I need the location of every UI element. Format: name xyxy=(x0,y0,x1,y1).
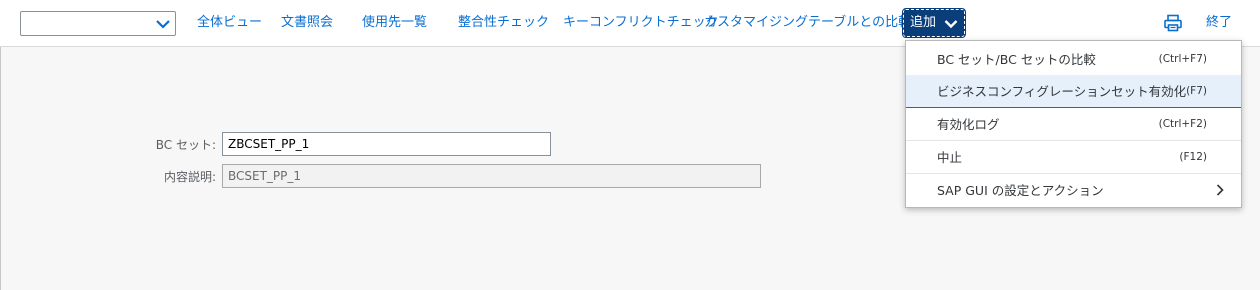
menu-item-compare-bc-sets[interactable]: BC セット/BC セットの比較 (Ctrl+F7) xyxy=(906,43,1241,76)
key-conflict-check-button[interactable]: キーコンフリクトチェック xyxy=(563,15,719,31)
add-menu-button[interactable]: 追加 xyxy=(902,8,966,38)
consistency-check-button[interactable]: 整合性チェック xyxy=(458,15,549,31)
menu-item-shortcut: (Ctrl+F2) xyxy=(1158,118,1207,130)
chevron-right-icon xyxy=(1216,184,1224,196)
menu-item-activate-bc-set[interactable]: ビジネスコンフィグレーションセット有効化 (F7) xyxy=(906,75,1241,108)
description-label: 内容説明: xyxy=(163,170,216,184)
menu-item-label: ビジネスコンフィグレーションセット有効化 xyxy=(937,84,1187,99)
display-document-button[interactable]: 文書照会 xyxy=(281,15,333,31)
exit-button[interactable]: 終了 xyxy=(1206,15,1232,31)
menu-item-cancel[interactable]: 中止 (F12) xyxy=(906,141,1241,174)
compare-customizing-tables-button[interactable]: カスタマイジングテーブルとの比較 xyxy=(704,15,911,31)
menu-item-label: SAP GUI の設定とアクション xyxy=(937,183,1104,198)
bc-set-label: BC セット: xyxy=(155,138,216,152)
print-icon[interactable] xyxy=(1163,13,1183,33)
overall-view-button[interactable]: 全体ビュー xyxy=(197,15,262,31)
menu-item-activation-log[interactable]: 有効化ログ (Ctrl+F2) xyxy=(906,108,1241,141)
description-field: BCSET_PP_1 xyxy=(222,164,761,188)
menu-item-shortcut: (Ctrl+F7) xyxy=(1158,53,1207,65)
menu-item-label: 中止 xyxy=(937,150,963,165)
add-dropdown-menu: BC セット/BC セットの比較 (Ctrl+F7) ビジネスコンフィグレーショ… xyxy=(905,40,1242,208)
add-menu-label: 追加 xyxy=(910,15,937,30)
where-used-list-button[interactable]: 使用先一覧 xyxy=(362,15,427,31)
menu-item-label: 有効化ログ xyxy=(937,117,1000,132)
menu-item-label: BC セット/BC セットの比較 xyxy=(937,52,1096,67)
variant-combobox[interactable] xyxy=(20,11,176,36)
menu-item-shortcut: (F7) xyxy=(1186,85,1207,97)
chevron-down-icon[interactable] xyxy=(154,15,172,33)
chevron-down-icon xyxy=(944,20,958,29)
bc-set-input[interactable]: ZBCSET_PP_1 xyxy=(222,132,551,156)
menu-item-shortcut: (F12) xyxy=(1179,151,1207,163)
menu-item-sap-gui-settings[interactable]: SAP GUI の設定とアクション xyxy=(906,174,1241,207)
content-left-border xyxy=(0,47,1,290)
